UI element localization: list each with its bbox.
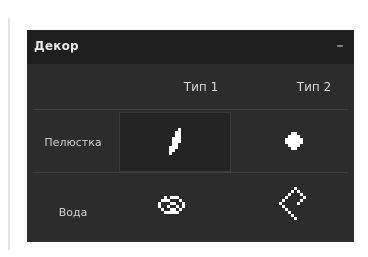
water-type2-icon: [279, 187, 306, 220]
water-type1-option[interactable]: [119, 178, 231, 238]
decor-panel: Декор – Тип 1 Тип 2 Пелюстка Вода: [27, 30, 354, 242]
water-type2-option[interactable]: [233, 178, 345, 238]
petal-type1-icon: [169, 128, 181, 155]
water-type1-icon: [158, 196, 185, 214]
column-header-type2: Тип 2: [296, 80, 332, 94]
row-divider: [33, 109, 348, 110]
panel-title: Декор: [34, 39, 79, 53]
row-label-water: Вода: [58, 206, 88, 219]
column-header-type1: Тип 1: [183, 80, 219, 94]
collapse-button[interactable]: –: [332, 36, 348, 56]
panel-header: Декор –: [27, 30, 354, 64]
petal-type2-icon: [285, 132, 303, 150]
row-divider: [33, 172, 348, 173]
petal-type2-option[interactable]: [233, 112, 345, 172]
petal-type1-option[interactable]: [119, 112, 231, 172]
row-label-petal: Пелюстка: [44, 136, 102, 149]
left-divider: [8, 18, 10, 250]
